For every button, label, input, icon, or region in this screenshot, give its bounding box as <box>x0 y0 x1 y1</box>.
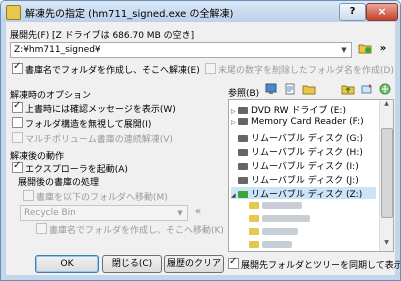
chevron-down-icon[interactable]: ▼ <box>337 43 351 57</box>
sync-tree-label: 展開先フォルダとツリーを同期して表示(T) <box>241 261 401 271</box>
removable-disk-icon <box>238 163 248 170</box>
create-move-checkbox[interactable] <box>36 223 47 234</box>
folder-icon <box>249 241 259 248</box>
folder-tree[interactable]: ▷ DVD RW ドライブ (E:) ▷ Memory Card Reader (F… <box>228 99 394 252</box>
tree-item-redacted[interactable] <box>249 201 302 213</box>
new-folder-icon[interactable] <box>357 42 373 56</box>
recycle-combo[interactable]: Recycle Bin ▼ <box>20 205 188 221</box>
dialog-window: 解凍先の指定 (hm711_signed.exe の全解凍) ? × 展開先(F… <box>0 0 401 281</box>
remove-digits-label: 末尾の数字を削除したフォルダ名を作成(D) <box>218 66 394 76</box>
tree-item[interactable]: ▷ Memory Card Reader (F:) <box>231 117 364 129</box>
options-header: 解凍時のオプション <box>10 91 92 101</box>
move-archive-checkbox[interactable] <box>23 190 34 201</box>
redacted-name <box>262 202 302 209</box>
redacted-name <box>262 241 292 248</box>
remove-digits-checkbox[interactable] <box>205 63 216 74</box>
tree-item-selected[interactable]: ◢ リムーバブル ディスク (Z:) <box>231 187 376 200</box>
network-icon[interactable] <box>377 83 393 97</box>
folder-icon[interactable] <box>301 83 317 97</box>
dest-path-value: Z:¥hm711_signed¥ <box>14 45 101 55</box>
create-move-label: 書庫名でフォルダを作成し、そこへ移動(K) <box>49 226 224 236</box>
tree-item-label: リムーバブル ディスク (I:) <box>251 162 359 172</box>
create-folder-checkbox[interactable] <box>12 61 23 74</box>
tree-item[interactable]: リムーバブル ディスク (I:) <box>231 159 359 172</box>
multivolume-label: マルチボリューム書庫の連続解凍(V) <box>25 135 173 145</box>
removable-disk-icon <box>238 135 248 142</box>
expand-icon[interactable]: ▷ <box>231 119 238 126</box>
scroll-thumb[interactable] <box>381 128 393 218</box>
move-archive-label: 書庫を以下のフォルダへ移動(M) <box>36 193 168 203</box>
dest-label: 展開先(F) [Z ドライブは 686.70 MB の空き] <box>10 31 195 41</box>
title-bar[interactable]: 解凍先の指定 (hm711_signed.exe の全解凍) ? × <box>1 1 400 22</box>
launch-explorer-checkbox[interactable] <box>12 160 23 173</box>
removable-disk-icon <box>238 191 248 198</box>
tree-item-redacted[interactable] <box>249 240 292 251</box>
folder-icon <box>249 202 259 209</box>
card-reader-icon <box>238 118 248 125</box>
dvd-drive-icon <box>238 107 248 114</box>
tree-item-label: Memory Card Reader (F:) <box>251 117 364 127</box>
archive-app-icon <box>6 5 21 20</box>
sync-tree-checkbox[interactable] <box>228 256 239 269</box>
tree-item-redacted[interactable] <box>249 227 298 239</box>
confirm-overwrite-label: 上書時には確認メッセージを表示(W) <box>25 105 176 115</box>
help-button[interactable]: ? <box>339 3 366 21</box>
expand-icon[interactable]: ▷ <box>231 108 238 115</box>
folder-icon <box>249 215 259 222</box>
tree-scrollbar[interactable]: ▲ ▼ <box>379 100 393 251</box>
launch-explorer-label: エクスプローラを起動(A) <box>25 165 128 175</box>
recycle-more-button[interactable]: « <box>190 205 206 219</box>
confirm-overwrite-checkbox[interactable] <box>12 100 23 113</box>
tree-item[interactable]: リムーバブル ディスク (J:) <box>231 173 359 186</box>
tree-item-label: リムーバブル ディスク (G:) <box>251 134 364 144</box>
tree-item-label: リムーバブル ディスク (J:) <box>251 176 359 186</box>
scroll-up-icon[interactable]: ▲ <box>380 100 393 112</box>
up-folder-icon[interactable] <box>340 83 356 97</box>
removable-disk-icon <box>238 177 248 184</box>
recycle-value: Recycle Bin <box>24 208 76 218</box>
more-options-button[interactable]: » <box>375 42 391 56</box>
tree-item-label: リムーバブル ディスク (H:) <box>251 148 363 158</box>
folder-icon <box>249 228 259 235</box>
ignore-structure-label: フォルダ構造を無視して展開(I) <box>25 120 152 130</box>
ignore-structure-checkbox[interactable] <box>12 117 23 128</box>
redacted-name <box>262 215 310 222</box>
desktop-icon[interactable] <box>263 83 279 97</box>
close-button[interactable]: 閉じる(C) <box>102 255 162 273</box>
tree-item[interactable]: リムーバブル ディスク (H:) <box>231 145 363 158</box>
tree-item-label: リムーバブル ディスク (Z:) <box>251 190 363 200</box>
scroll-down-icon[interactable]: ▼ <box>380 239 393 251</box>
chevron-down-icon[interactable]: ▼ <box>173 206 187 220</box>
tree-item-redacted[interactable] <box>249 214 310 226</box>
create-folder-label: 書庫名でフォルダを作成し、そこへ解凍(E) <box>25 66 200 76</box>
refresh-icon[interactable] <box>359 83 375 97</box>
dialog-body: 展開先(F) [Z ドライブは 686.70 MB の空き] Z:¥hm711_… <box>6 22 400 275</box>
window-title: 解凍先の指定 (hm711_signed.exe の全解凍) <box>25 9 234 20</box>
redacted-name <box>262 228 298 235</box>
clear-history-button[interactable]: 履歴のクリア <box>164 255 224 273</box>
multivolume-checkbox[interactable] <box>12 132 23 143</box>
browse-label: 参照(B) <box>228 89 260 99</box>
dest-path-combo[interactable]: Z:¥hm711_signed¥ ▼ <box>10 42 352 58</box>
removable-disk-icon <box>238 149 248 156</box>
tree-item[interactable]: リムーバブル ディスク (G:) <box>231 131 364 144</box>
close-window-button[interactable]: × <box>366 3 398 21</box>
tree-item[interactable]: ▷ DVD RW ドライブ (E:) <box>231 103 346 116</box>
collapse-icon[interactable]: ◢ <box>231 192 238 199</box>
tree-item-label: DVD RW ドライブ (E:) <box>251 106 346 116</box>
documents-icon[interactable] <box>282 83 298 97</box>
ok-button[interactable]: OK <box>35 255 99 273</box>
post-process-label: 展開後の書庫の処理 <box>18 178 100 188</box>
